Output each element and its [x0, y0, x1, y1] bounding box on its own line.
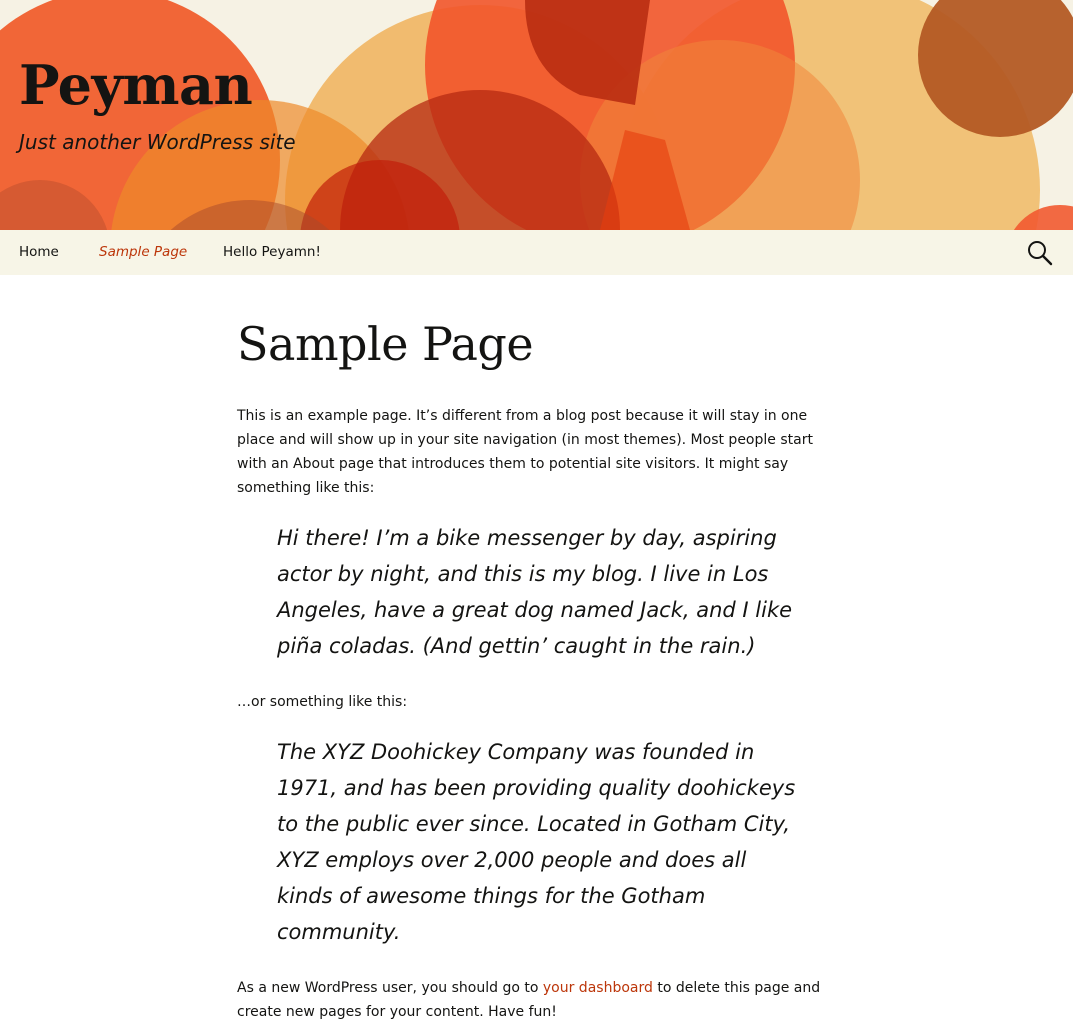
search-icon: [1028, 241, 1053, 266]
site-description: Just another WordPress site: [19, 130, 296, 154]
outro-paragraph: As a new WordPress user, you should go t…: [237, 976, 847, 1024]
dashboard-link[interactable]: your dashboard: [543, 980, 653, 996]
blockquote-xyz-company: The XYZ Doohickey Company was founded in…: [277, 739, 796, 944]
page-content: Sample Page This is an example page. It’…: [237, 275, 847, 1024]
middle-paragraph: …or something like this:: [237, 693, 408, 710]
main-navigation: Home Sample Page Hello Peyamn!: [0, 230, 1073, 275]
site-header: Peyman Just another WordPress site: [0, 0, 1073, 230]
site-title[interactable]: Peyman: [19, 55, 253, 115]
nav-item-home[interactable]: Home: [19, 244, 59, 260]
page-title: Sample Page: [237, 317, 534, 371]
nav-item-hello-peyamn[interactable]: Hello Peyamn!: [223, 244, 321, 260]
nav-item-sample-page[interactable]: Sample Page: [99, 244, 187, 260]
blockquote-bike-messenger: Hi there! I’m a bike messenger by day, a…: [277, 525, 793, 658]
search-button[interactable]: [1027, 240, 1053, 266]
intro-paragraph: This is an example page. It’s different …: [237, 407, 813, 496]
outro-text-before: As a new WordPress user, you should go t…: [237, 979, 543, 996]
